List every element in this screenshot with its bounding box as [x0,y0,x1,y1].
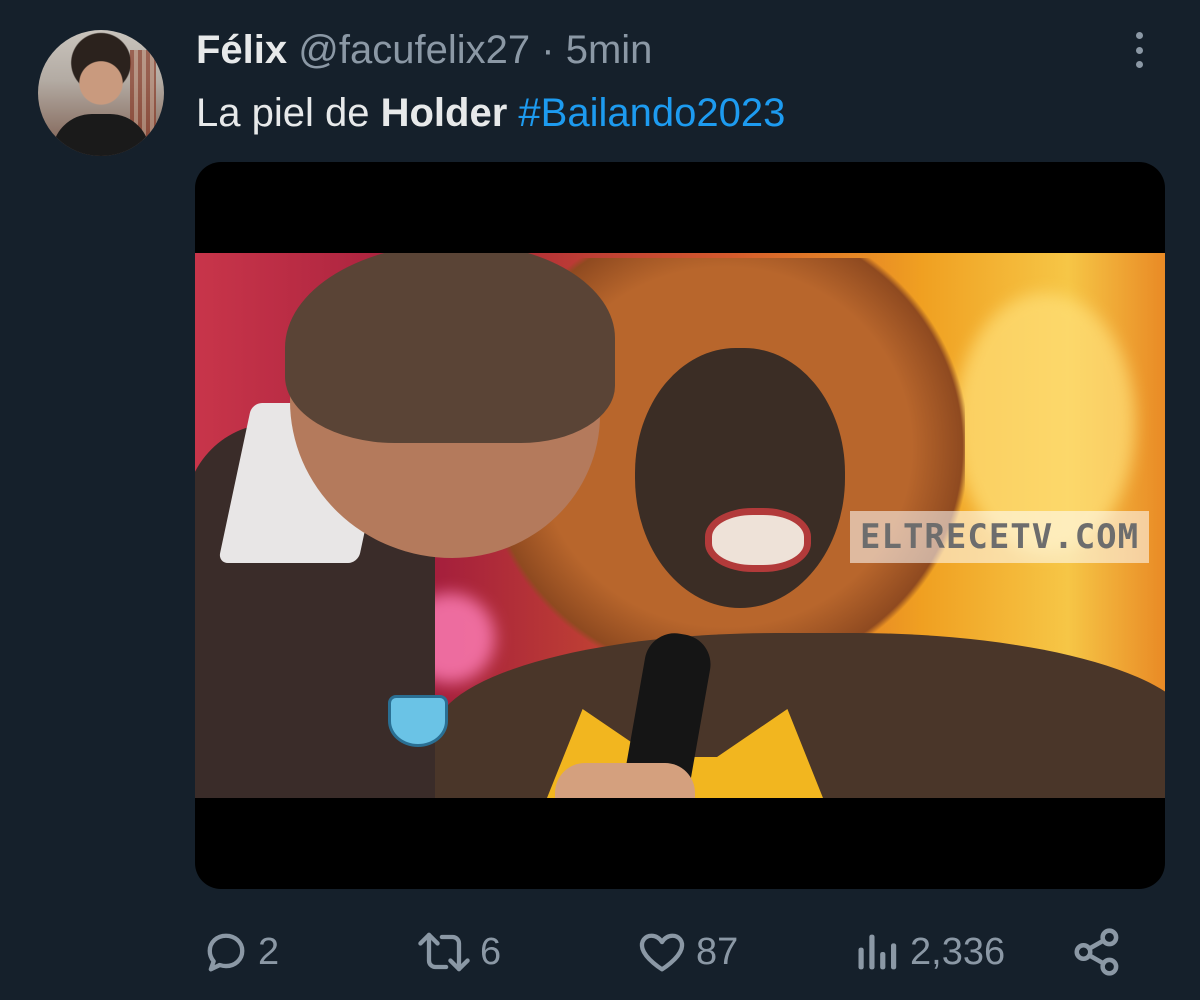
views-icon [858,934,897,970]
handle[interactable]: @facufelix27 [298,28,530,72]
tweet-text: La piel de Holder #Bailando2023 [196,88,785,138]
share-button[interactable] [1070,922,1124,982]
retweet-count: 6 [480,930,502,973]
views-count: 2,336 [910,930,1006,973]
video-frame: ELTRECETV.COM [195,253,1165,798]
more-dot [1135,32,1143,39]
reply-icon [207,933,245,972]
tweet-text-plain: La piel de [196,91,381,135]
more-icon[interactable] [1124,30,1154,70]
tweet-media[interactable]: ELTRECETV.COM [195,162,1165,889]
retweet-button[interactable]: 6 [414,922,501,982]
action-bar: 2 6 87 2,336 [0,922,1200,982]
channel-logo-icon [388,695,448,747]
retweet-icon [418,932,470,972]
like-button[interactable]: 87 [634,922,738,982]
separator: · [541,28,555,72]
display-name[interactable]: Félix [196,28,287,72]
like-icon [639,933,685,972]
tweet-header: Félix @facufelix27 · 5min [196,26,652,74]
avatar[interactable] [38,30,164,156]
more-dot [1135,61,1143,68]
hashtag-link[interactable]: #Bailando2023 [518,91,785,135]
like-count: 87 [696,930,739,973]
timestamp[interactable]: 5min [566,28,653,72]
share-icon [1074,928,1119,976]
host-hand [555,763,695,798]
views-button[interactable]: 2,336 [852,922,1005,982]
host-hair [285,253,615,443]
tweet-text-bold: Holder [380,91,508,135]
watermark: ELTRECETV.COM [850,511,1150,563]
more-dot [1135,46,1143,54]
reply-count: 2 [258,930,280,973]
reply-button[interactable]: 2 [200,922,279,982]
dancer-mouth [705,508,811,572]
